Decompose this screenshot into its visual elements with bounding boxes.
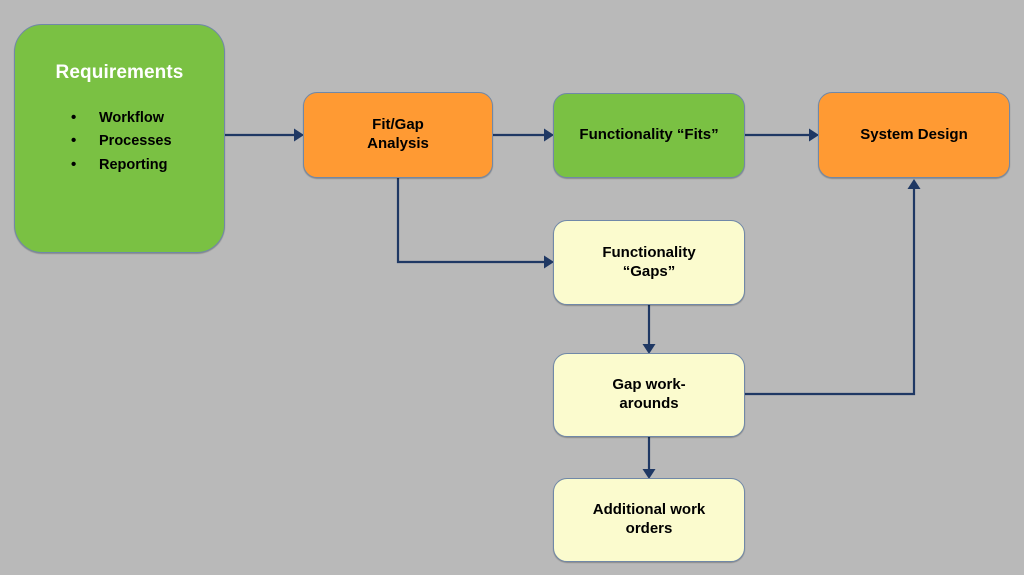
node-gap-workarounds-line1: Gap work- xyxy=(612,376,686,394)
node-gap-workarounds[interactable]: Gap work- arounds xyxy=(553,353,745,437)
node-additional-work-orders[interactable]: Additional work orders xyxy=(553,478,745,562)
connector-workarounds-to-system-design xyxy=(745,179,921,396)
connector-gaps-to-workarounds xyxy=(642,305,656,354)
node-fitgap-analysis-line2: Analysis xyxy=(367,135,429,152)
diagram-canvas: Requirements Workflow Processes Reportin… xyxy=(0,0,1024,575)
node-additional-work-orders-line2: orders xyxy=(625,520,673,537)
node-fitgap-analysis-line1: Fit/Gap xyxy=(372,116,424,134)
node-requirements[interactable]: Requirements Workflow Processes Reportin… xyxy=(14,24,225,253)
node-functionality-gaps[interactable]: Functionality “Gaps” xyxy=(553,220,745,305)
node-requirements-bullet-list: Workflow Processes Reporting xyxy=(15,106,224,178)
bullet-item: Workflow xyxy=(71,106,224,131)
node-gap-workarounds-line2: arounds xyxy=(619,395,679,412)
connector-requirements-to-fitgap xyxy=(225,128,304,142)
connector-fitgap-to-gaps xyxy=(396,178,554,269)
node-functionality-fits[interactable]: Functionality “Fits” xyxy=(553,93,745,178)
node-additional-work-orders-line1: Additional work xyxy=(592,501,706,519)
node-requirements-title: Requirements xyxy=(55,62,184,83)
node-functionality-gaps-line2: “Gaps” xyxy=(622,262,676,280)
node-system-design[interactable]: System Design xyxy=(818,92,1010,178)
node-functionality-fits-line1: Functionality “Fits” xyxy=(579,126,719,144)
node-fitgap-analysis[interactable]: Fit/Gap Analysis xyxy=(303,92,493,178)
connector-workarounds-to-workorders xyxy=(642,437,656,479)
connector-fitgap-to-fits xyxy=(493,128,554,142)
connector-fits-to-system-design xyxy=(745,128,819,142)
node-system-design-line1: System Design xyxy=(860,125,968,143)
node-functionality-gaps-line1: Functionality xyxy=(602,243,696,261)
bullet-item: Processes xyxy=(71,129,224,154)
bullet-item: Reporting xyxy=(71,153,224,178)
